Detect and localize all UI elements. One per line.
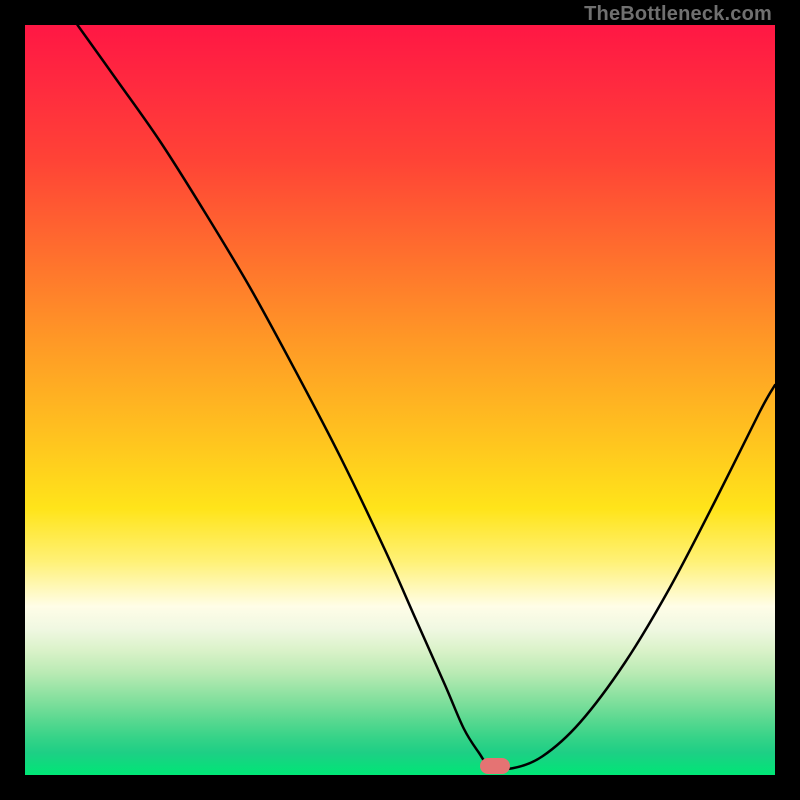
attribution-text: TheBottleneck.com (584, 3, 772, 26)
chart-frame: TheBottleneck.com (0, 0, 800, 800)
optimal-point-marker (480, 758, 510, 774)
bottleneck-curve (25, 25, 775, 775)
